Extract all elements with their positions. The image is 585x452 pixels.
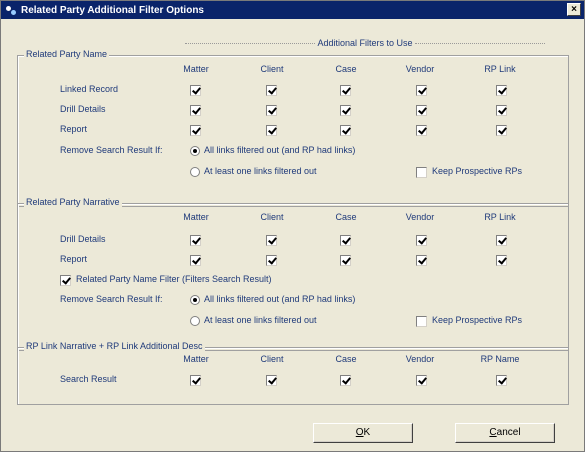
- header-dotted-line-right: [414, 42, 546, 44]
- checkbox-narr-drill-matter[interactable]: [190, 235, 201, 246]
- dialog-body: Additional Filters to Use Related Party …: [17, 21, 569, 449]
- checkbox-drill-rp-link[interactable]: [496, 105, 507, 116]
- additional-filters-label: Additional Filters to Use: [317, 38, 413, 48]
- rp-name-filter-label: Related Party Name Filter (Filters Searc…: [76, 274, 272, 284]
- checkbox-linked-case[interactable]: [340, 85, 351, 96]
- checkbox-narr-report-vendor[interactable]: [416, 255, 427, 266]
- checkbox-linked-vendor[interactable]: [416, 85, 427, 96]
- checkbox-search-case[interactable]: [340, 375, 351, 386]
- col-header-vendor: Vendor: [405, 64, 435, 74]
- checkbox-drill-case[interactable]: [340, 105, 351, 116]
- checkbox-keep-prospective[interactable]: [416, 167, 427, 178]
- checkbox-narr-drill-client[interactable]: [266, 235, 277, 246]
- radio-all-links-label: All links filtered out (and RP had links…: [204, 294, 356, 304]
- col-header-rp-link: RP Link: [484, 64, 516, 74]
- col-header-vendor: Vendor: [405, 354, 435, 364]
- row-label-report: Report: [60, 124, 88, 134]
- checkbox-drill-client[interactable]: [266, 105, 277, 116]
- checkbox-search-client[interactable]: [266, 375, 277, 386]
- title-bar: Related Party Additional Filter Options …: [1, 1, 584, 19]
- radio-all-links-filtered[interactable]: [190, 295, 200, 305]
- checkbox-report-case[interactable]: [340, 125, 351, 136]
- window-title: Related Party Additional Filter Options: [21, 4, 204, 16]
- radio-at-least-one-label: At least one links filtered out: [204, 166, 317, 176]
- checkbox-linked-rp-link[interactable]: [496, 85, 507, 96]
- col-header-case: Case: [335, 212, 357, 222]
- ok-button[interactable]: OK: [313, 423, 413, 443]
- col-header-client: Client: [260, 64, 284, 74]
- checkbox-report-matter[interactable]: [190, 125, 201, 136]
- related-party-name-group: Related Party Name Matter Client Case Ve…: [17, 49, 569, 207]
- keep-prospective-label: Keep Prospective RPs: [432, 166, 523, 176]
- header-dotted-line-left: [185, 42, 316, 44]
- col-header-rp-name: RP Name: [480, 354, 520, 364]
- cancel-label-rest: ancel: [496, 427, 521, 438]
- checkbox-linked-matter[interactable]: [190, 85, 201, 96]
- filter-options-dialog: Related Party Additional Filter Options …: [0, 0, 585, 452]
- cancel-accel-key: C: [489, 427, 497, 438]
- radio-at-least-one-label: At least one links filtered out: [204, 315, 317, 325]
- row-label-drill-details: Drill Details: [60, 104, 106, 114]
- checkbox-search-matter[interactable]: [190, 375, 201, 386]
- checkbox-rp-name-filter[interactable]: [60, 275, 71, 286]
- checkbox-narr-drill-case[interactable]: [340, 235, 351, 246]
- checkbox-narr-drill-rp-link[interactable]: [496, 235, 507, 246]
- remove-search-result-label: Remove Search Result If:: [60, 145, 163, 155]
- row-label-drill-details: Drill Details: [60, 234, 106, 244]
- checkbox-narr-report-case[interactable]: [340, 255, 351, 266]
- checkbox-narr-report-matter[interactable]: [190, 255, 201, 266]
- checkbox-search-vendor[interactable]: [416, 375, 427, 386]
- additional-filters-header: Additional Filters to Use: [185, 37, 546, 49]
- rp-link-narrative-group: RP Link Narrative + RP Link Additional D…: [17, 341, 569, 405]
- row-label-report: Report: [60, 254, 88, 264]
- keep-prospective-label: Keep Prospective RPs: [432, 315, 523, 325]
- close-button[interactable]: ×: [567, 3, 581, 16]
- col-header-matter: Matter: [183, 354, 209, 364]
- row-label-search-result: Search Result: [60, 374, 117, 384]
- group-title: Related Party Name: [24, 49, 110, 59]
- ok-label-rest: K: [363, 427, 371, 438]
- col-header-matter: Matter: [183, 212, 209, 222]
- row-label-linked-record: Linked Record: [60, 84, 119, 94]
- checkbox-drill-vendor[interactable]: [416, 105, 427, 116]
- checkbox-search-rp-name[interactable]: [496, 375, 507, 386]
- col-header-vendor: Vendor: [405, 212, 435, 222]
- radio-at-least-one[interactable]: [190, 167, 200, 177]
- checkbox-narr-report-rp-link[interactable]: [496, 255, 507, 266]
- group-title: RP Link Narrative + RP Link Additional D…: [24, 341, 205, 351]
- checkbox-narr-drill-vendor[interactable]: [416, 235, 427, 246]
- col-header-client: Client: [260, 212, 284, 222]
- radio-at-least-one[interactable]: [190, 316, 200, 326]
- app-icon: [5, 4, 17, 16]
- checkbox-report-rp-link[interactable]: [496, 125, 507, 136]
- remove-search-result-label: Remove Search Result If:: [60, 294, 163, 304]
- col-header-rp-link: RP Link: [484, 212, 516, 222]
- radio-all-links-label: All links filtered out (and RP had links…: [204, 145, 356, 155]
- checkbox-report-vendor[interactable]: [416, 125, 427, 136]
- col-header-client: Client: [260, 354, 284, 364]
- col-header-case: Case: [335, 354, 357, 364]
- group-title: Related Party Narrative: [24, 197, 122, 207]
- cancel-button[interactable]: Cancel: [455, 423, 555, 443]
- related-party-narrative-group: Related Party Narrative Matter Client Ca…: [17, 197, 569, 351]
- col-header-case: Case: [335, 64, 357, 74]
- checkbox-narr-report-client[interactable]: [266, 255, 277, 266]
- checkbox-linked-client[interactable]: [266, 85, 277, 96]
- checkbox-keep-prospective[interactable]: [416, 316, 427, 327]
- checkbox-drill-matter[interactable]: [190, 105, 201, 116]
- checkbox-report-client[interactable]: [266, 125, 277, 136]
- ok-accel-key: O: [355, 427, 364, 438]
- col-header-matter: Matter: [183, 64, 209, 74]
- radio-all-links-filtered[interactable]: [190, 146, 200, 156]
